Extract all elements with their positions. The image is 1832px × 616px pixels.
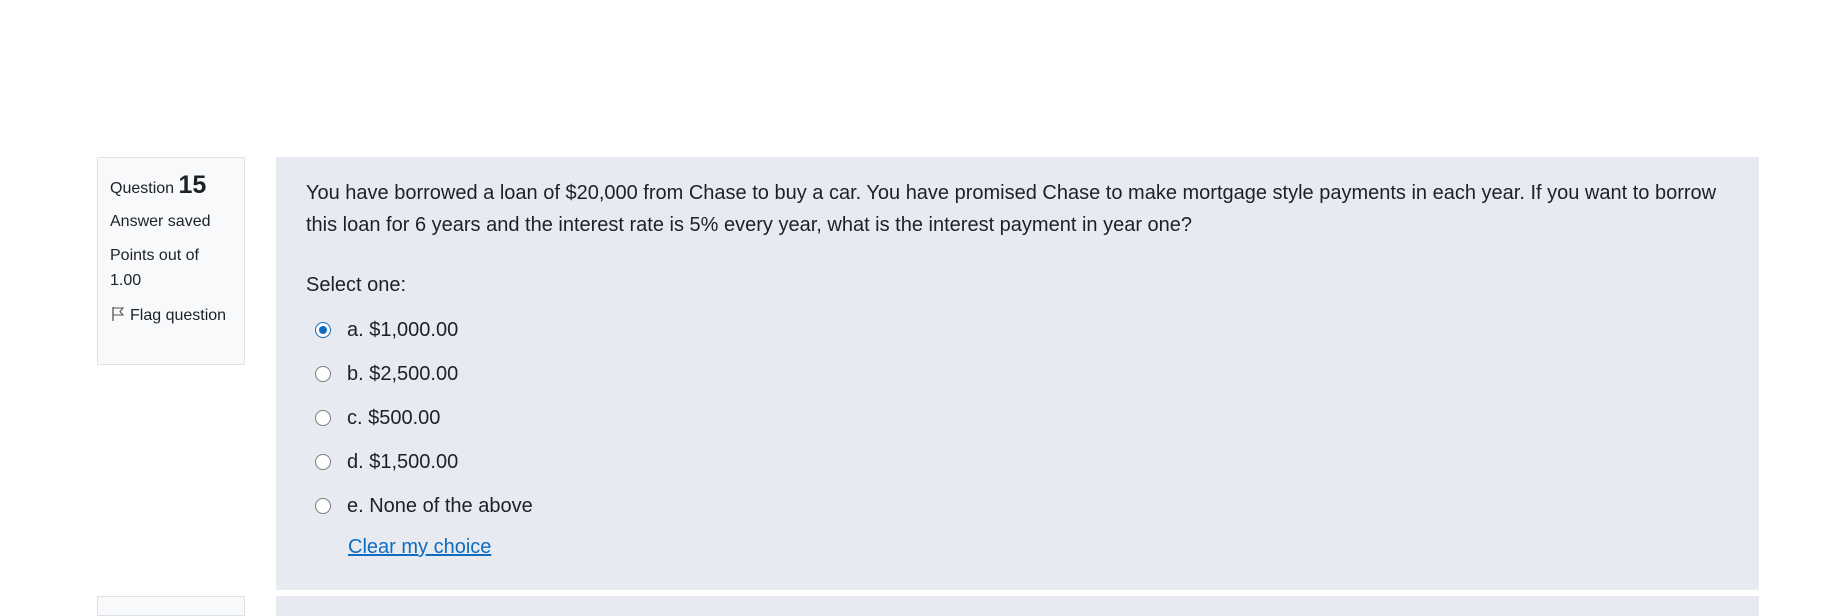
next-question-info-panel [97,596,245,616]
question-number-value: 15 [178,171,207,199]
option-b[interactable]: b. $2,500.00 [306,352,1729,396]
question-info-panel: Question 15 Answer saved Points out of 1… [97,157,245,365]
next-question-content [276,596,1759,616]
select-one-prompt: Select one: [306,274,407,296]
answer-options: a. $1,000.00 b. $2,500.00 c. $500.00 d. … [306,308,1729,528]
clear-my-choice-link[interactable]: Clear my choice [348,536,491,559]
flag-icon [112,307,125,322]
question-text: You have borrowed a loan of $20,000 from… [306,182,1717,236]
option-a-label: a. $1,000.00 [347,318,459,341]
option-e-label: e. None of the above [347,494,533,517]
option-a[interactable]: a. $1,000.00 [306,308,1729,352]
option-c[interactable]: c. $500.00 [306,396,1729,440]
question-label: Question [110,180,175,197]
radio-option-a[interactable] [315,322,331,338]
question-content: You have borrowed a loan of $20,000 from… [276,157,1759,590]
option-d[interactable]: d. $1,500.00 [306,440,1729,484]
flag-question-label: Flag question [130,307,227,325]
option-b-label: b. $2,500.00 [347,362,459,385]
radio-option-c[interactable] [315,410,331,426]
radio-option-d[interactable] [315,454,331,470]
radio-option-b[interactable] [315,366,331,382]
option-e[interactable]: e. None of the above [306,484,1729,528]
question-number: Question 15 [110,168,232,203]
question-state: Answer saved [110,213,211,230]
radio-option-e[interactable] [315,498,331,514]
option-d-label: d. $1,500.00 [347,450,459,473]
flag-question-button[interactable]: Flag question [110,303,232,328]
option-c-label: c. $500.00 [347,406,441,429]
question-grade: Points out of 1.00 [110,247,199,290]
